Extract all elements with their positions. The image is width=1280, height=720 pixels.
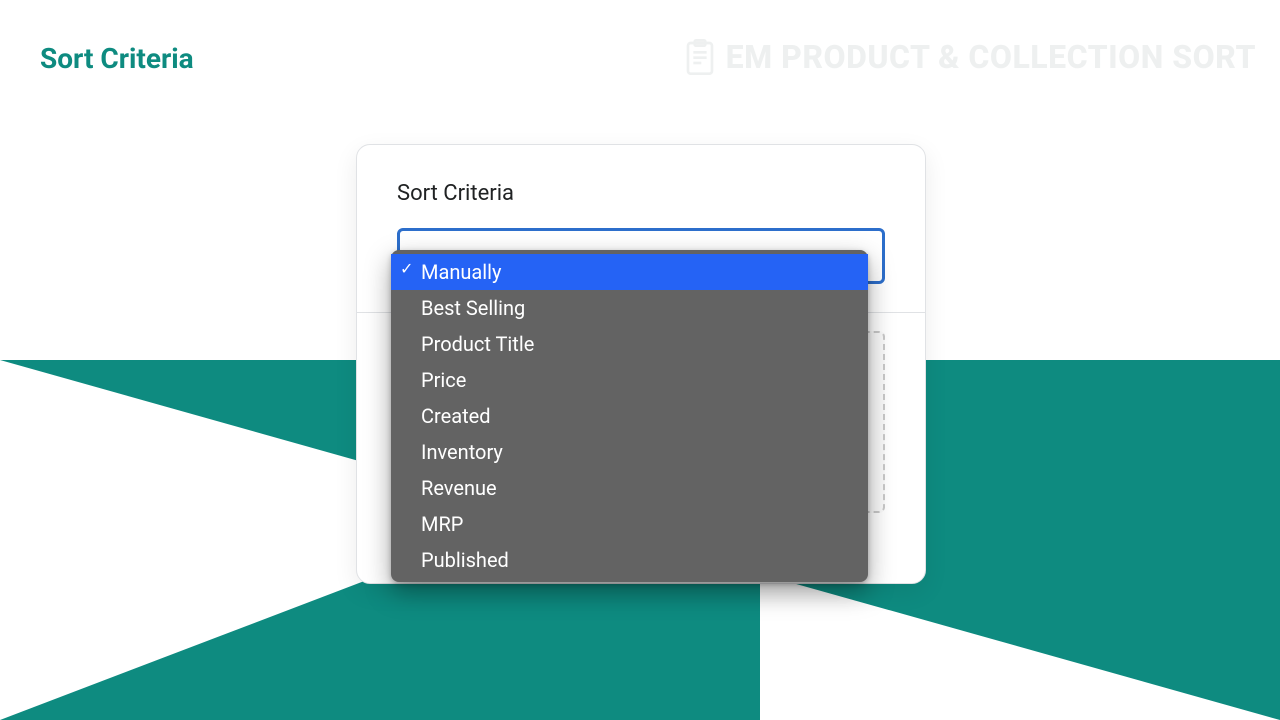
dropdown-option-inventory[interactable]: Inventory bbox=[391, 434, 868, 470]
brand-title: EM PRODUCT & COLLECTION SORT bbox=[684, 38, 1256, 76]
brand-text: EM PRODUCT & COLLECTION SORT bbox=[726, 38, 1256, 76]
page-title: Sort Criteria bbox=[40, 42, 194, 75]
dropdown-option-best-selling[interactable]: Best Selling bbox=[391, 290, 868, 326]
field-label: Sort Criteria bbox=[397, 181, 885, 206]
dropdown-option-created[interactable]: Created bbox=[391, 398, 868, 434]
dropdown-option-mrp[interactable]: MRP bbox=[391, 506, 868, 542]
dropdown-option-revenue[interactable]: Revenue bbox=[391, 470, 868, 506]
clipboard-icon bbox=[684, 39, 716, 75]
dropdown-option-published[interactable]: Published bbox=[391, 542, 868, 578]
dropdown-option-product-title[interactable]: Product Title bbox=[391, 326, 868, 362]
dropdown-option-price[interactable]: Price bbox=[391, 362, 868, 398]
dropdown-option-manually[interactable]: Manually bbox=[391, 254, 868, 290]
sort-criteria-dropdown[interactable]: Manually Best Selling Product Title Pric… bbox=[391, 250, 868, 582]
